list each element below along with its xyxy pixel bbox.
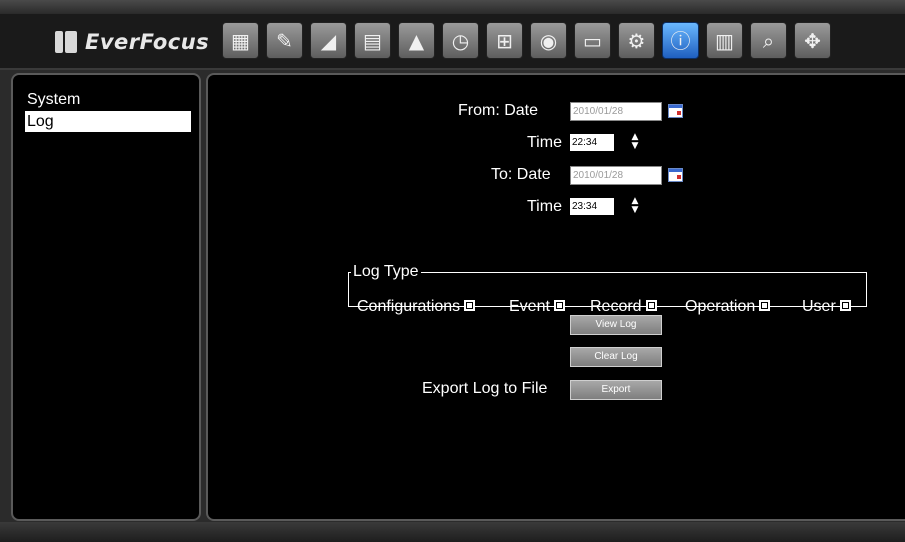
from-time-field[interactable]: 22:34 ▲ ▼ <box>570 133 642 152</box>
log-type-configurations[interactable]: Configurations <box>357 297 476 317</box>
log-type-user[interactable]: User <box>802 297 851 317</box>
information-icon[interactable]: ⓘ <box>662 22 699 59</box>
archive-icon[interactable]: ▥ <box>706 22 743 59</box>
log-type-legend: Log Type <box>353 263 419 280</box>
to-calendar-icon[interactable] <box>668 168 683 182</box>
configurations-label: Configurations <box>357 298 461 315</box>
from-date-label: From: Date <box>458 102 539 119</box>
operation-label: Operation <box>685 298 756 315</box>
footer-bar <box>0 522 905 542</box>
wizard-icon[interactable]: ✎ <box>266 22 303 59</box>
header-bar: EverFocus ▦ ✎ ◢ ▤ ▲ ◷ ⊞ ◉ ▭ ⚙ ⓘ ▥ ⌕ ✥ <box>0 14 905 70</box>
sidebar-item-system[interactable]: System <box>25 89 191 110</box>
search-icon[interactable]: ⌕ <box>750 22 787 59</box>
export-button[interactable]: Export <box>570 380 662 400</box>
from-time-spinner-icon[interactable]: ▲ ▼ <box>630 133 640 152</box>
event-label: Event <box>509 298 550 315</box>
settings-gear-icon[interactable]: ⚙ <box>618 22 655 59</box>
log-type-event[interactable]: Event <box>509 297 565 317</box>
event-checkbox[interactable] <box>553 300 565 311</box>
from-time-value[interactable]: 22:34 <box>570 134 614 151</box>
to-time-field[interactable]: 23:34 ▲ ▼ <box>570 197 642 216</box>
from-date-field[interactable]: 2010/01/28 <box>570 102 662 121</box>
user-checkbox[interactable] <box>839 300 851 311</box>
display-icon[interactable]: ▭ <box>574 22 611 59</box>
sidebar: System Log <box>11 73 201 521</box>
to-date-label: To: Date <box>491 166 551 183</box>
log-type-record[interactable]: Record <box>590 297 657 317</box>
main-toolbar: ▦ ✎ ◢ ▤ ▲ ◷ ⊞ ◉ ▭ ⚙ ⓘ ▥ ⌕ ✥ <box>222 22 831 59</box>
log-type-operation[interactable]: Operation <box>685 297 771 317</box>
alarm-bell-icon[interactable]: ▲ <box>398 22 435 59</box>
schedule-icon[interactable]: ◷ <box>442 22 479 59</box>
to-time-spinner-icon[interactable]: ▲ ▼ <box>630 197 640 216</box>
clear-log-button[interactable]: Clear Log <box>570 347 662 367</box>
log-panel: From: Date 2010/01/28 Time 22:34 ▲ ▼ To: … <box>206 73 905 521</box>
logo-mark-icon <box>55 31 77 53</box>
operation-checkbox[interactable] <box>759 300 771 311</box>
user-label: User <box>802 298 836 315</box>
to-time-value[interactable]: 23:34 <box>570 198 614 215</box>
view-log-button[interactable]: View Log <box>570 315 662 335</box>
from-calendar-icon[interactable] <box>668 104 683 118</box>
camera-icon[interactable]: ◢ <box>310 22 347 59</box>
film-icon[interactable]: ▤ <box>354 22 391 59</box>
window-top-strip <box>0 0 905 14</box>
sidebar-item-log[interactable]: Log <box>25 111 191 132</box>
record-label: Record <box>590 298 642 315</box>
to-date-field[interactable]: 2010/01/28 <box>570 166 662 185</box>
monitor-icon[interactable]: ▦ <box>222 22 259 59</box>
disk-icon[interactable]: ◉ <box>530 22 567 59</box>
ptz-arrows-icon[interactable]: ✥ <box>794 22 831 59</box>
record-checkbox[interactable] <box>645 300 657 311</box>
to-time-label: Time <box>527 198 562 215</box>
everfocus-logo: EverFocus <box>55 28 209 56</box>
configurations-checkbox[interactable] <box>464 300 476 311</box>
network-icon[interactable]: ⊞ <box>486 22 523 59</box>
log-type-group: Log Type Configurations Event Record Ope… <box>348 263 867 315</box>
logo-text: EverFocus <box>85 30 210 54</box>
export-log-label: Export Log to File <box>422 380 548 397</box>
from-time-label: Time <box>527 134 562 151</box>
